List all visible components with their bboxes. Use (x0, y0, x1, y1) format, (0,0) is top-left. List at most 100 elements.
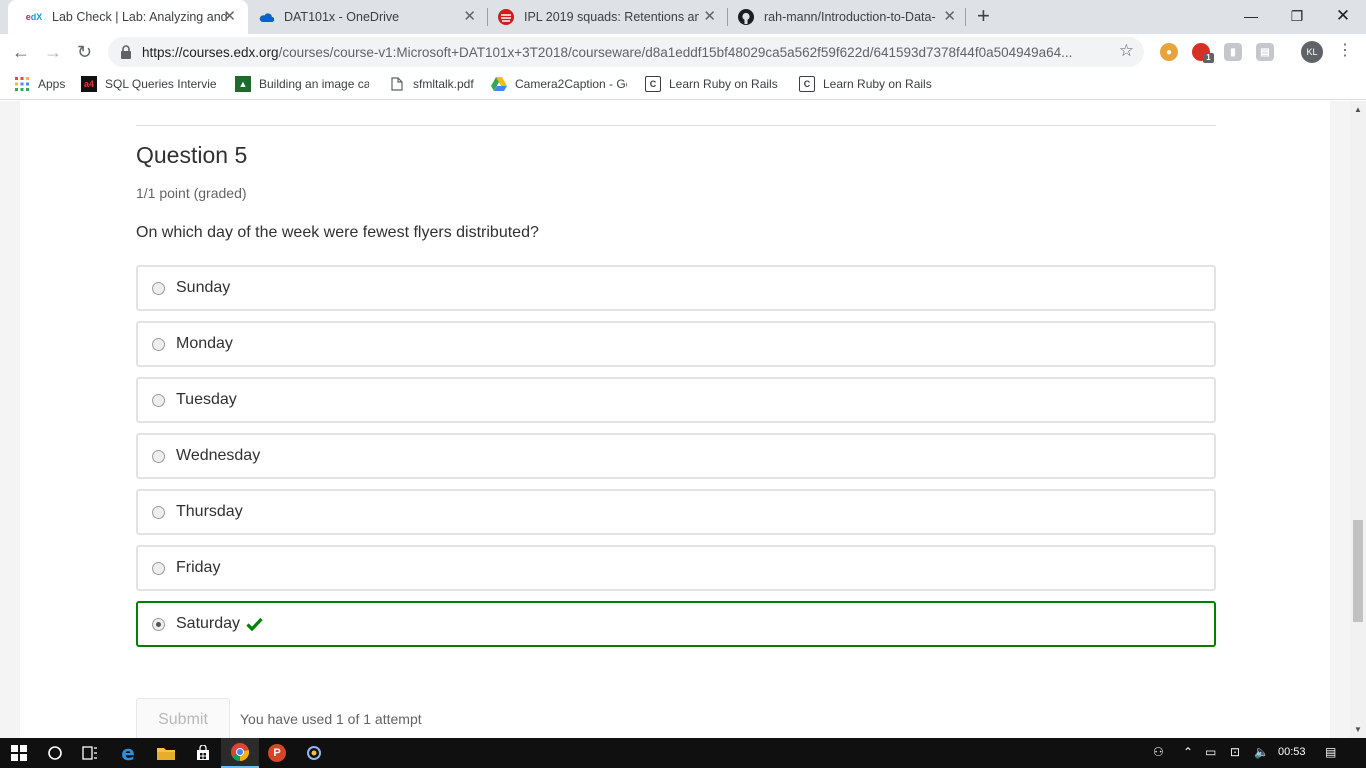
radio-button[interactable] (152, 337, 165, 351)
bookmark-learn-ruby-2[interactable]: C Learn Ruby on Rails | (799, 76, 935, 92)
site-icon: C (645, 76, 661, 92)
bookmark-learn-ruby-1[interactable]: C Learn Ruby on Rails | (645, 76, 781, 92)
bookmark-building-image[interactable]: ▲ Building an image ca (235, 76, 369, 92)
divider (136, 125, 1216, 126)
question-text: On which day of the week were fewest fly… (136, 224, 539, 241)
bookmark-label: Learn Ruby on Rails | (669, 77, 781, 91)
clock[interactable]: 00:53 (1278, 746, 1306, 758)
reload-icon[interactable]: ↻ (77, 41, 92, 63)
option-tuesday[interactable]: Tuesday (136, 377, 1216, 423)
scroll-down-icon[interactable]: ▼ (1354, 725, 1362, 734)
radio-button[interactable] (152, 281, 165, 295)
lock-icon (120, 45, 132, 59)
chart-extension-icon[interactable]: ▮ (1224, 43, 1242, 61)
bookmark-camera2caption[interactable]: Camera2Caption - Gc (491, 76, 627, 92)
option-label: Tuesday (176, 391, 237, 408)
menu-icon[interactable]: ⋮ (1337, 42, 1353, 60)
site-icon: C (799, 76, 815, 92)
restore-icon[interactable]: ❐ (1274, 4, 1320, 28)
option-sunday[interactable]: Sunday (136, 265, 1216, 311)
minimize-icon[interactable]: — (1228, 4, 1274, 28)
bookmark-apps[interactable]: Apps (14, 76, 65, 92)
close-icon[interactable]: ✕ (463, 9, 476, 25)
chevron-up-icon[interactable]: ⌃ (1183, 745, 1193, 759)
option-friday[interactable]: Friday (136, 545, 1216, 591)
radio-button[interactable] (152, 449, 165, 463)
option-monday[interactable]: Monday (136, 321, 1216, 367)
bookmarks-bar: Apps a4 SQL Queries Intervie ▲ Building … (0, 70, 1366, 100)
extension-icon[interactable]: 1 (1192, 43, 1214, 63)
bookmark-sql-queries[interactable]: a4 SQL Queries Intervie (81, 76, 218, 92)
network-icon[interactable]: ⊡ (1230, 745, 1240, 759)
option-label: Wednesday (176, 447, 261, 464)
notifications-icon[interactable]: ▤ (1325, 745, 1336, 759)
url-path: /courses/course-v1:Microsoft+DAT101x+3T2… (278, 44, 1073, 60)
scrollbar[interactable]: ▲ ▼ (1350, 101, 1366, 738)
edge-icon[interactable]: e (109, 738, 147, 768)
browser-toolbar: ← → ↻ https://courses.edx.org/courses/co… (0, 34, 1366, 70)
radio-button[interactable] (152, 393, 165, 407)
battery-icon[interactable]: ▭ (1205, 745, 1216, 759)
problem-container: Question 5 1/1 point (graded) On which d… (20, 101, 1330, 738)
back-icon[interactable]: ← (12, 41, 30, 63)
checkmark-icon (246, 617, 263, 631)
close-icon[interactable]: ✕ (703, 9, 716, 25)
option-label: Friday (176, 559, 221, 576)
close-icon[interactable]: ✕ (943, 9, 956, 25)
radio-button-selected[interactable] (152, 617, 165, 631)
powerpoint-icon[interactable]: P (258, 738, 296, 768)
search-icon[interactable] (36, 738, 74, 768)
tab-onedrive[interactable]: DAT101x - OneDrive ✕ (240, 0, 488, 34)
new-tab-button[interactable]: + (977, 5, 990, 27)
tab-lab-check[interactable]: e dX Lab Check | Lab: Analyzing and V ✕ (8, 0, 248, 34)
apps-grid-icon (14, 76, 30, 92)
option-thursday[interactable]: Thursday (136, 489, 1216, 535)
document-icon (389, 76, 405, 92)
chrome-icon[interactable] (221, 738, 259, 768)
address-bar[interactable]: https://courses.edx.org/courses/course-v… (108, 37, 1144, 67)
close-window-icon[interactable]: ✕ (1320, 4, 1366, 28)
pdf-extension-icon[interactable]: ▤ (1256, 43, 1274, 61)
option-wednesday[interactable]: Wednesday (136, 433, 1216, 479)
scrollbar-thumb[interactable] (1353, 520, 1363, 622)
submit-button[interactable]: Submit (136, 698, 230, 738)
bookmark-label: SQL Queries Intervie (105, 77, 217, 91)
forward-icon[interactable]: → (44, 41, 62, 63)
file-explorer-icon[interactable] (147, 738, 185, 768)
avatar[interactable]: KL (1301, 41, 1323, 63)
tab-title: rah-mann/Introduction-to-Data- (764, 10, 936, 24)
store-icon[interactable] (184, 738, 222, 768)
url-text: https://courses.edx.org/courses/course-v… (142, 45, 1102, 60)
tab-separator (965, 8, 966, 26)
url-host: https://courses.edx.org (142, 44, 279, 60)
tab-github[interactable]: rah-mann/Introduction-to-Data- ✕ (720, 0, 968, 34)
close-icon[interactable]: ✕ (223, 9, 236, 25)
tab-title: DAT101x - OneDrive (284, 10, 400, 24)
bookmark-sfmltalk[interactable]: sfmltalk.pdf (389, 76, 474, 92)
radio-button[interactable] (152, 505, 165, 519)
option-label: Monday (176, 335, 233, 352)
bookmark-star-icon[interactable]: ☆ (1119, 41, 1134, 61)
option-label: Sunday (176, 279, 231, 296)
tab-ipl[interactable]: IPL 2019 squads: Retentions and ✕ (480, 0, 728, 34)
extension-badge: 1 (1203, 53, 1214, 63)
tab-strip: e dX Lab Check | Lab: Analyzing and V ✕ D… (0, 0, 1366, 34)
task-view-icon[interactable] (71, 738, 109, 768)
bookmark-label: Camera2Caption - Gc (515, 77, 627, 91)
edx-icon: e dX (25, 12, 43, 22)
app-icon[interactable] (295, 738, 333, 768)
cookie-extension-icon[interactable]: ● (1160, 43, 1178, 61)
windows-start-icon[interactable] (0, 738, 38, 768)
volume-icon[interactable]: 🔈 (1254, 745, 1269, 759)
scroll-up-icon[interactable]: ▲ (1354, 105, 1362, 114)
bookmark-label: sfmltalk.pdf (413, 77, 474, 91)
bookmark-label: Learn Ruby on Rails | (823, 77, 935, 91)
tab-title: IPL 2019 squads: Retentions and (524, 10, 699, 24)
a4-icon: a4 (81, 76, 97, 92)
bookmark-label: Building an image ca (259, 77, 369, 91)
people-icon[interactable]: ⚇ (1153, 745, 1164, 759)
onedrive-icon (258, 9, 274, 25)
option-saturday[interactable]: Saturday (136, 601, 1216, 647)
news-icon (498, 9, 514, 25)
radio-button[interactable] (152, 561, 165, 575)
